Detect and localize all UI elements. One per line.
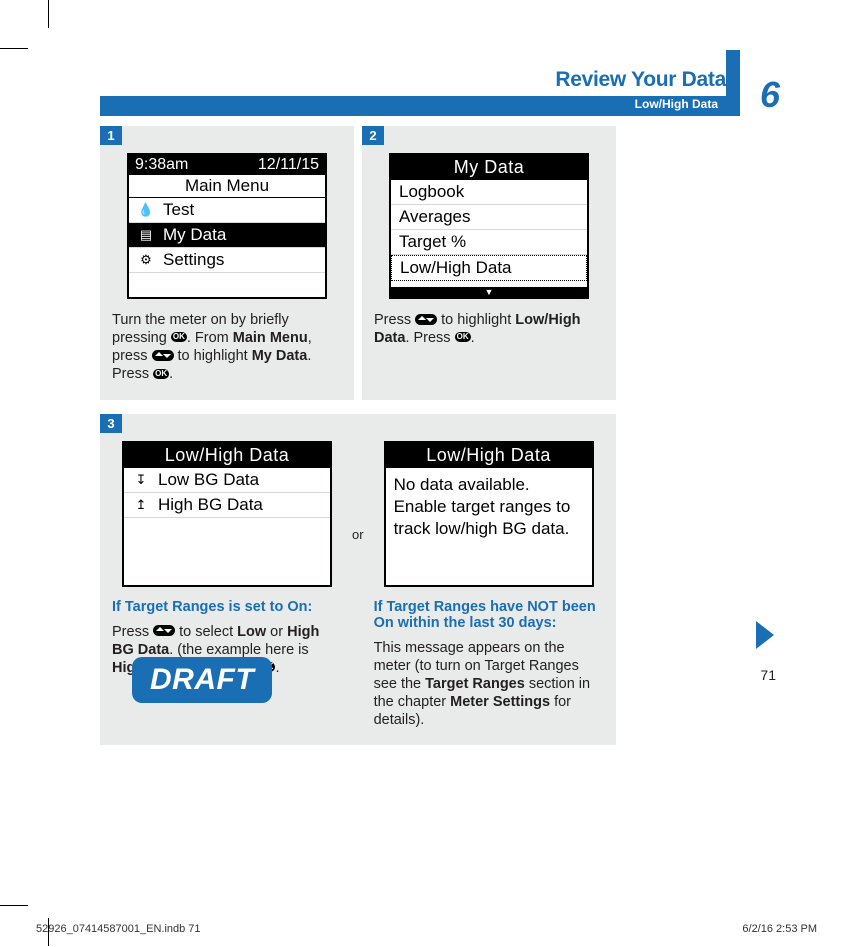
lcd-date: 12/11/15	[258, 156, 319, 174]
down-arrow-icon: ▼	[391, 287, 587, 297]
ok-icon: OK	[153, 369, 169, 379]
list-icon: ▤	[137, 226, 155, 244]
page-number: 71	[760, 667, 776, 683]
or-label: or	[352, 527, 364, 542]
step-2-text: Press to highlight Low/High Data. Press …	[374, 311, 604, 347]
lcd-row-highbg: ↥High BG Data	[124, 493, 330, 518]
lcd-time: 9:38am	[135, 156, 188, 174]
ok-icon: OK	[171, 332, 187, 342]
lcd-title: Main Menu	[129, 175, 325, 198]
nav-icon	[415, 314, 437, 325]
lcd-lowhigh-nodata: Low/High Data No data available. Enable …	[384, 441, 594, 587]
step-3-left: Low/High Data ↧Low BG Data ↥High BG Data…	[112, 441, 342, 677]
footer-filename: 52926_07414587001_EN.indb 71	[36, 923, 201, 935]
lcd-title: Low/High Data	[386, 443, 592, 468]
lcd-main-menu: 9:38am 12/11/15 Main Menu 💧Test ▤My Data…	[127, 153, 327, 299]
draft-badge: DRAFT	[132, 657, 272, 703]
condition-heading-off: If Target Ranges have NOT been On within…	[374, 599, 604, 631]
nav-icon	[153, 625, 175, 636]
chapter-marker	[726, 50, 740, 116]
lcd-message: No data available. Enable target ranges …	[386, 468, 592, 546]
header-subtitle: Low/High Data	[635, 97, 718, 111]
lcd-row-averages: Averages	[391, 205, 587, 230]
lcd-row-target: Target %	[391, 230, 587, 255]
continue-arrow-icon	[756, 621, 774, 649]
step-number: 2	[362, 126, 384, 145]
step-3-right: Low/High Data No data available. Enable …	[374, 441, 604, 730]
nav-icon	[152, 350, 174, 361]
step-number: 1	[100, 126, 122, 145]
down-arrow-icon: ↧	[132, 471, 150, 489]
gear-icon: ⚙	[137, 251, 155, 269]
lcd-row-test: 💧Test	[129, 198, 325, 223]
condition-heading-on: If Target Ranges is set to On:	[112, 599, 342, 615]
lcd-lowhigh-menu: Low/High Data ↧Low BG Data ↥High BG Data	[122, 441, 332, 587]
section-header: Review Your Data Low/High Data 6	[60, 50, 800, 118]
step-number: 3	[100, 414, 122, 433]
chapter-number: 6	[760, 74, 780, 116]
footer-timestamp: 6/2/16 2:53 PM	[742, 923, 817, 935]
step-1: 1 9:38am 12/11/15 Main Menu 💧Test ▤My Da…	[100, 126, 354, 400]
step-2: 2 My Data Logbook Averages Target % Low/…	[362, 126, 616, 400]
lcd-row-settings: ⚙Settings	[129, 248, 325, 273]
step-1-text: Turn the meter on by briefly pressing OK…	[112, 311, 342, 384]
lcd-row-mydata: ▤My Data	[129, 223, 325, 248]
lcd-row-logbook: Logbook	[391, 180, 587, 205]
lcd-row-lowbg: ↧Low BG Data	[124, 468, 330, 493]
step-3-right-text: This message appears on the meter (to tu…	[374, 639, 604, 730]
ok-icon: OK	[455, 332, 471, 342]
lcd-title: Low/High Data	[124, 443, 330, 468]
lcd-my-data: My Data Logbook Averages Target % Low/Hi…	[389, 153, 589, 299]
up-arrow-icon: ↥	[132, 496, 150, 514]
header-title: Review Your Data	[555, 68, 726, 92]
lcd-row-lowhigh: Low/High Data	[391, 255, 587, 281]
lcd-title: My Data	[391, 155, 587, 180]
page-content: Review Your Data Low/High Data 6 1 9:38a…	[60, 50, 800, 745]
drop-icon: 💧	[137, 201, 155, 219]
